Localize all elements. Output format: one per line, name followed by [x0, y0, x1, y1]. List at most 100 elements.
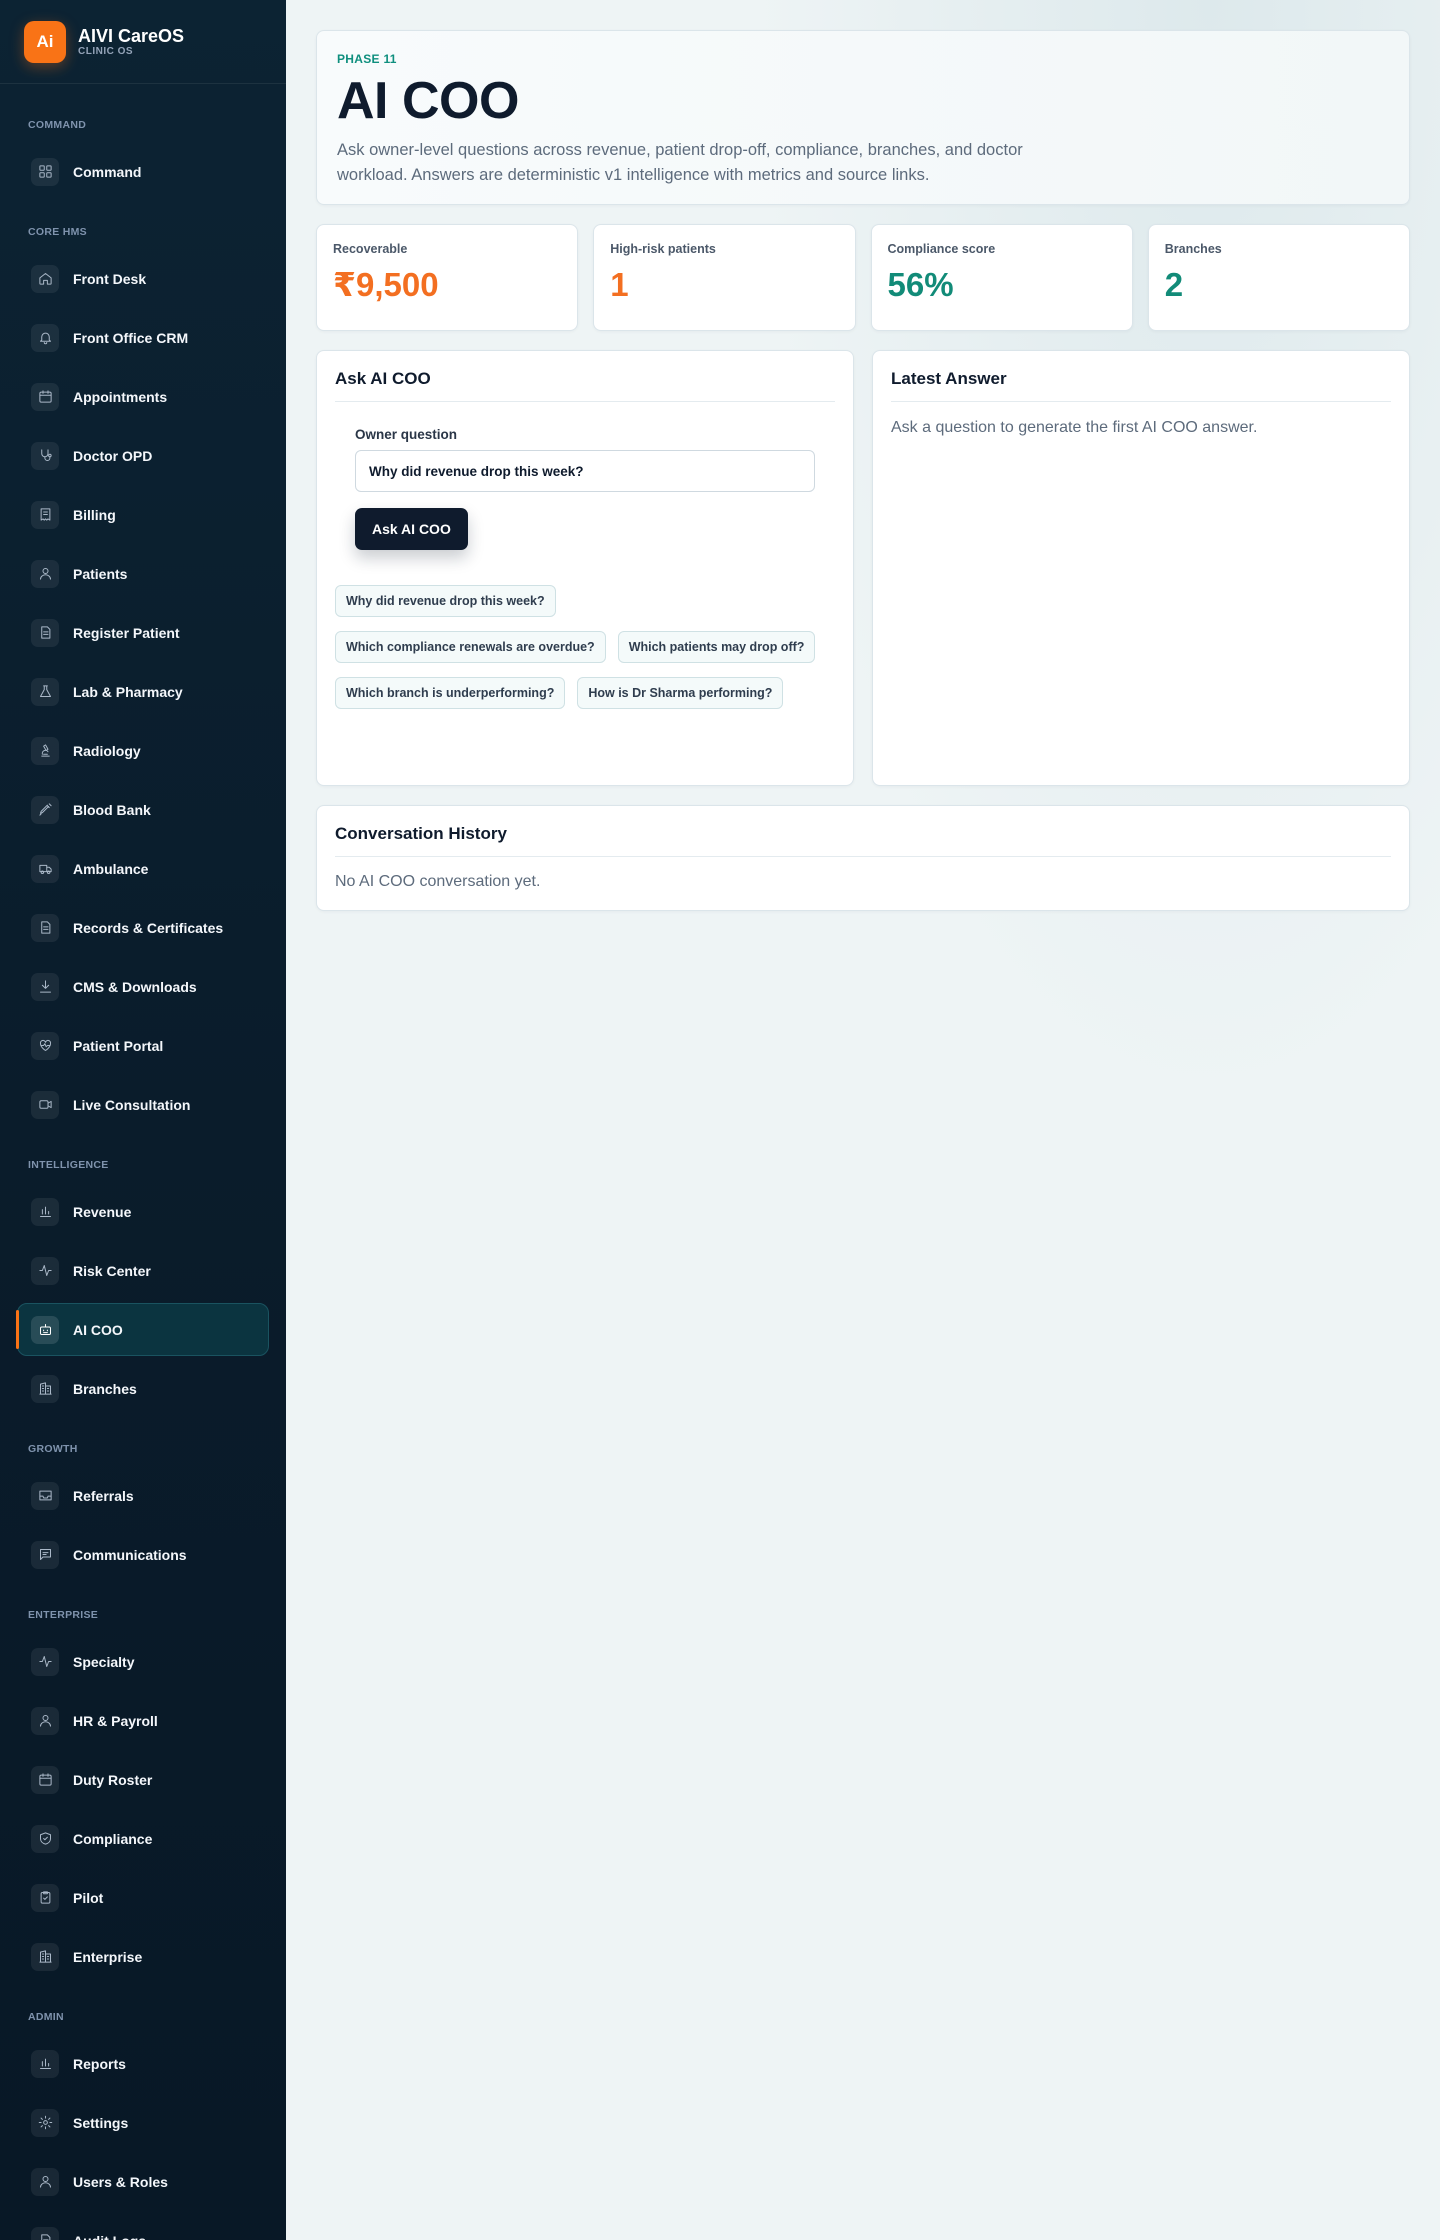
sidebar-item-compliance[interactable]: Compliance	[17, 1812, 269, 1865]
kpi-value: 2	[1164, 266, 1184, 303]
suggestion-chip[interactable]: Which patients may drop off?	[617, 631, 816, 663]
sidebar: Ai AIVI CareOS CLINIC OS COMMAND Command C…	[0, 0, 286, 2240]
page-header: PHASE 11 AI COO Ask owner-level question…	[316, 30, 1410, 205]
kpi-label: High-risk patients	[610, 242, 716, 256]
user-icon	[31, 1706, 59, 1735]
nav-group-command: COMMAND	[28, 119, 87, 131]
ask-panel: Ask AI COO Owner question Ask AI COO Why…	[316, 350, 854, 786]
gear-icon	[31, 2108, 59, 2137]
sidebar-nav: COMMAND Command CORE HMS Front Desk Front Of…	[0, 116, 286, 2240]
sidebar-item-settings[interactable]: Settings	[17, 2096, 269, 2149]
sidebar-item-lab-and-pharmacy[interactable]: Lab & Pharmacy	[17, 665, 269, 718]
ask-panel-title: Ask AI COO	[335, 369, 835, 402]
sidebar-item-duty-roster[interactable]: Duty Roster	[17, 1753, 269, 1806]
sidebar-item-specialty[interactable]: Specialty	[17, 1635, 269, 1688]
suggestion-chip[interactable]: Which branch is underperforming?	[335, 677, 566, 709]
document-icon	[31, 2226, 59, 2240]
sidebar-item-branches[interactable]: Branches	[17, 1362, 269, 1415]
sidebar-item-register-patient[interactable]: Register Patient	[17, 606, 269, 659]
sidebar-item-label: Settings	[73, 2114, 129, 2131]
sidebar-item-label: Branches	[73, 1380, 137, 1397]
bar-chart-icon	[31, 1197, 59, 1226]
conversation-history-empty: No AI COO conversation yet.	[335, 873, 541, 890]
sidebar-item-appointments[interactable]: Appointments	[17, 370, 269, 423]
kpi-label: Recoverable	[333, 242, 408, 256]
user-icon	[31, 559, 59, 588]
latest-answer-title: Latest Answer	[891, 369, 1391, 402]
nav-group-enterprise: ENTERPRISE	[28, 1609, 99, 1621]
page-description: Ask owner-level questions across revenue…	[337, 141, 1023, 184]
sidebar-item-label: Radiology	[73, 742, 141, 759]
sidebar-item-front-office-crm[interactable]: Front Office CRM	[17, 311, 269, 364]
receipt-icon	[31, 500, 59, 529]
sidebar-item-label: Patients	[73, 565, 128, 582]
sidebar-item-communications[interactable]: Communications	[17, 1528, 269, 1581]
sidebar-item-label: Doctor OPD	[73, 447, 153, 464]
sidebar-item-users-and-roles[interactable]: Users & Roles	[17, 2155, 269, 2208]
video-icon	[31, 1090, 59, 1119]
brand-name: AIVI CareOS	[78, 25, 185, 46]
sidebar-item-patient-portal[interactable]: Patient Portal	[17, 1019, 269, 1072]
sidebar-item-referrals[interactable]: Referrals	[17, 1469, 269, 1522]
sidebar-item-label: Lab & Pharmacy	[73, 683, 183, 700]
sidebar-item-ambulance[interactable]: Ambulance	[17, 842, 269, 895]
brand-subtitle: CLINIC OS	[78, 45, 134, 57]
sidebar-item-enterprise[interactable]: Enterprise	[17, 1930, 269, 1983]
sidebar-item-label: Reports	[73, 2055, 126, 2072]
sidebar-item-hr-and-payroll[interactable]: HR & Payroll	[17, 1694, 269, 1747]
brand-logo: Ai	[24, 20, 66, 63]
sidebar-item-reports[interactable]: Reports	[17, 2037, 269, 2090]
message-icon	[31, 1540, 59, 1569]
kpi-label: Branches	[1164, 242, 1222, 256]
sidebar-item-label: Register Patient	[73, 624, 180, 641]
inbox-icon	[31, 1481, 59, 1510]
page-title: AI COO	[337, 72, 519, 130]
sidebar-item-label: Patient Portal	[73, 1037, 164, 1054]
activity-icon	[31, 1256, 59, 1285]
sidebar-item-label: HR & Payroll	[73, 1712, 158, 1729]
sidebar-item-doctor-opd[interactable]: Doctor OPD	[17, 429, 269, 482]
suggestion-chip[interactable]: Which compliance renewals are overdue?	[335, 631, 606, 663]
shield-icon	[31, 1824, 59, 1853]
robot-icon	[31, 1315, 59, 1344]
syringe-icon	[31, 795, 59, 824]
sidebar-item-command[interactable]: Command	[17, 145, 269, 198]
sidebar-item-revenue[interactable]: Revenue	[17, 1185, 269, 1238]
sidebar-item-audit-logs[interactable]: Audit Logs	[17, 2214, 269, 2240]
microscope-icon	[31, 736, 59, 765]
brand[interactable]: Ai AIVI CareOS CLINIC OS	[0, 0, 286, 84]
suggestion-chip[interactable]: How is Dr Sharma performing?	[577, 677, 784, 709]
sidebar-item-front-desk[interactable]: Front Desk	[17, 252, 269, 305]
building-icon	[31, 1942, 59, 1971]
sidebar-item-radiology[interactable]: Radiology	[17, 724, 269, 777]
sidebar-item-label: Compliance	[73, 1830, 153, 1847]
sidebar-item-pilot[interactable]: Pilot	[17, 1871, 269, 1924]
sidebar-item-patients[interactable]: Patients	[17, 547, 269, 600]
conversation-history-panel: Conversation History No AI COO conversat…	[316, 805, 1410, 911]
ask-ai-coo-button[interactable]: Ask AI COO	[355, 508, 468, 550]
nav-group-admin: ADMIN	[28, 2011, 64, 2023]
latest-answer-empty: Ask a question to generate the first AI …	[891, 419, 1258, 436]
calendar-icon	[31, 1765, 59, 1794]
owner-question-input[interactable]	[355, 450, 815, 492]
sidebar-item-ai-coo[interactable]: AI COO	[16, 1303, 269, 1356]
sidebar-item-risk-center[interactable]: Risk Center	[17, 1244, 269, 1297]
heart-pulse-icon	[31, 1031, 59, 1060]
user-icon	[31, 2167, 59, 2196]
ambulance-icon	[31, 854, 59, 883]
phase-label: PHASE 11	[337, 52, 397, 66]
clipboard-icon	[31, 1883, 59, 1912]
sidebar-item-live-consultation[interactable]: Live Consultation	[17, 1078, 269, 1131]
sidebar-item-cms-and-downloads[interactable]: CMS & Downloads	[17, 960, 269, 1013]
sidebar-item-label: Appointments	[73, 388, 168, 405]
sidebar-item-records-and-certificates[interactable]: Records & Certificates	[17, 901, 269, 954]
sidebar-item-blood-bank[interactable]: Blood Bank	[17, 783, 269, 836]
brand-text: AIVI CareOS CLINIC OS	[78, 26, 184, 58]
kpi-high-risk-patients: High-risk patients 1	[593, 224, 856, 331]
sidebar-item-billing[interactable]: Billing	[17, 488, 269, 541]
suggested-questions: Why did revenue drop this week? Which co…	[335, 585, 835, 709]
suggestion-chip[interactable]: Why did revenue drop this week?	[335, 585, 556, 617]
document-icon	[31, 913, 59, 942]
building-icon	[31, 1374, 59, 1403]
flask-icon	[31, 677, 59, 706]
